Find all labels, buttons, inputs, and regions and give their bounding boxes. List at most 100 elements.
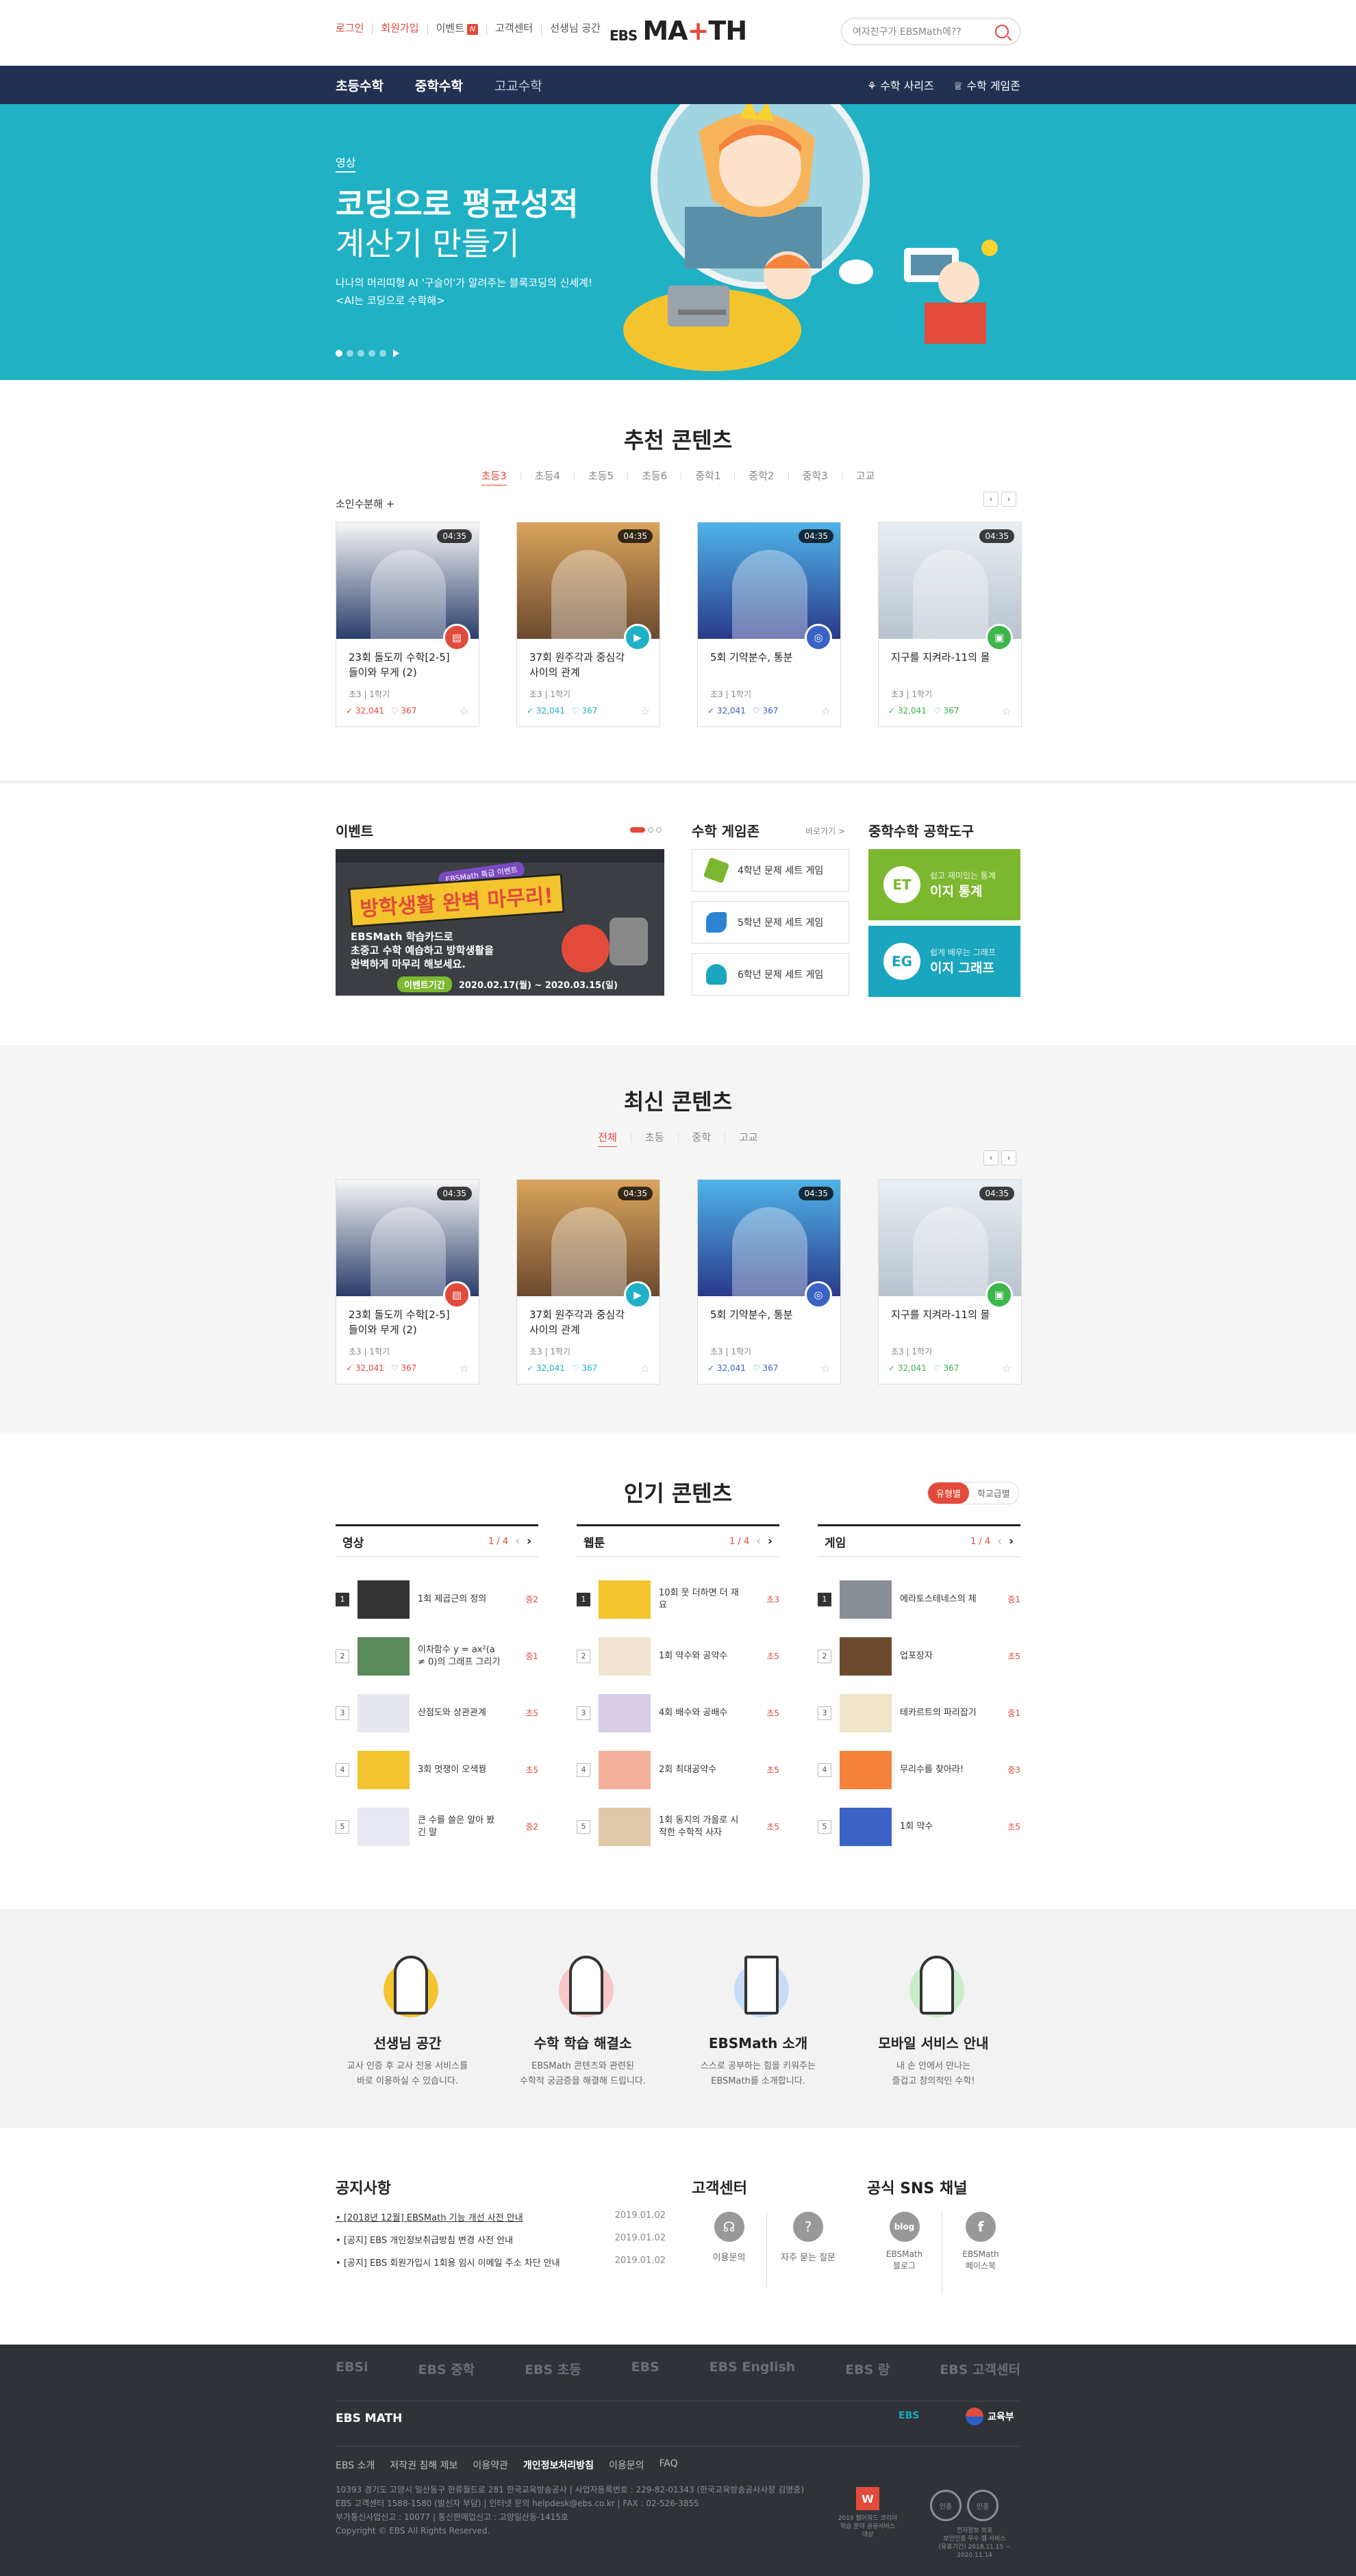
game-set-6[interactable]: 6학년 문제 세트 게임: [692, 953, 849, 996]
family-site-link[interactable]: EBS English: [710, 2360, 796, 2378]
footer-link[interactable]: 이용문의: [609, 2458, 644, 2472]
tab-level[interactable]: 중학: [677, 1133, 725, 1143]
prev-arrow-icon[interactable]: ‹: [983, 492, 999, 507]
content-card[interactable]: 04:35 ▣ 지구를 지켜라-11의 몰 초3 | 1학기 ✓ 32,041 ♡ 367…: [878, 1179, 1022, 1385]
prev-arrow-icon[interactable]: ‹: [756, 1535, 761, 1548]
popular-item[interactable]: 1 에라토스테네스의 체 중1: [818, 1571, 1020, 1628]
cs-faq[interactable]: ? 자주 묻는 질문: [767, 2212, 849, 2287]
popular-item[interactable]: 3 산점도와 상관관계 초5: [336, 1684, 538, 1741]
nav-middle[interactable]: 중학수학: [415, 76, 463, 94]
nav-high[interactable]: 고교수학: [494, 76, 542, 94]
hero-banner[interactable]: 영상 코딩으로 평균성적 계산기 만들기 나나의 머리띠형 AI '구슬이'가 …: [0, 104, 1356, 380]
popular-item[interactable]: 1 1회 제곱근의 정의 중2: [336, 1571, 538, 1628]
tab-grade[interactable]: 초등6: [627, 471, 681, 481]
tab-grade[interactable]: 초등3: [468, 471, 520, 481]
next-arrow-icon[interactable]: ›: [1001, 492, 1016, 507]
card-title[interactable]: 37회 원주각과 중심각 사이의 관계: [529, 650, 632, 680]
content-card[interactable]: 04:35 ▶ 37회 원주각과 중심각 사이의 관계 초3 | 1학기 ✓ 32,04…: [516, 1179, 660, 1385]
star-icon[interactable]: ☆: [1002, 705, 1012, 718]
popular-item[interactable]: 5 1회 동지의 가을로 시작한 수학적 사자 초5: [577, 1798, 779, 1855]
card-title[interactable]: 23회 돌도끼 수학[2-5] 들이와 무게 (2): [349, 1307, 451, 1337]
pager-dot[interactable]: [656, 827, 662, 833]
tool-easy-stats[interactable]: ET 쉽고 재미있는 통계 이지 통계: [868, 849, 1020, 920]
service-item[interactable]: 모바일 서비스 안내 내 손 안에서 만나는 즐겁고 창의적인 수학!: [858, 1949, 1009, 2089]
teacher-space-link[interactable]: 선생님 공간: [541, 23, 609, 35]
nav-game-zone[interactable]: ♕ 수학 게임존: [953, 77, 1020, 93]
next-arrow-icon[interactable]: ›: [768, 1535, 773, 1548]
tab-grade[interactable]: 초등4: [520, 471, 574, 481]
sns-blog[interactable]: blog EBSMath 블로그: [867, 2212, 942, 2294]
next-arrow-icon[interactable]: ›: [1001, 1150, 1016, 1165]
content-card[interactable]: 04:35 ◎ 5회 기약분수, 통분 초3 | 1학기 ✓ 32,041 ♡ 367 ☆: [697, 522, 841, 727]
card-title[interactable]: 지구를 지켜라-11의 몰: [891, 650, 994, 665]
event-banner[interactable]: EBSMath 특급 이벤트 방학생활 완벽 마무리! EBSMath 학습카드…: [336, 849, 664, 996]
popular-item[interactable]: 4 2회 최대공약수 초5: [577, 1741, 779, 1798]
popular-item[interactable]: 4 무리수를 찾아라! 중3: [818, 1741, 1020, 1798]
tab-level[interactable]: 초등: [630, 1133, 678, 1143]
tool-easy-graph[interactable]: EG 쉽게 배우는 그래프 이지 그래프: [868, 926, 1020, 997]
card-title[interactable]: 5회 기약분수, 통분: [710, 1307, 813, 1322]
service-item[interactable]: 수학 학습 해결소 EBSMath 콘텐츠와 관련된 수학적 궁금증을 해결해 드립…: [507, 1949, 658, 2089]
popular-item[interactable]: 5 1회 약수 초5: [818, 1798, 1020, 1855]
pager-dot[interactable]: [368, 350, 375, 357]
family-site-link[interactable]: EBS 초등: [525, 2360, 581, 2378]
service-item[interactable]: 선생님 공간 교사 인증 후 교사 전용 서비스를 바로 이용하실 수 있습니다.: [332, 1949, 483, 2089]
customer-center-link[interactable]: 고객센터: [486, 23, 541, 35]
ebs-math-logo[interactable]: EBS MA+TH: [610, 16, 747, 44]
footer-link[interactable]: FAQ: [659, 2458, 677, 2472]
family-site-link[interactable]: EBS: [631, 2360, 660, 2378]
popular-item[interactable]: 5 큰 수를 쓸은 알아 봤긴 말 중2: [336, 1798, 538, 1855]
nav-math-series[interactable]: ⚘ 수학 사리즈: [867, 77, 934, 93]
gamezone-more-link[interactable]: 바로가기 >: [805, 825, 845, 837]
play-icon[interactable]: [393, 349, 399, 357]
sns-facebook[interactable]: f EBSMath 페이스북: [942, 2212, 1019, 2294]
next-arrow-icon[interactable]: ›: [527, 1535, 531, 1548]
content-card[interactable]: 04:35 ◎ 5회 기약분수, 통분 초3 | 1학기 ✓ 32,041 ♡ 367 ☆: [697, 1179, 841, 1385]
pager-dot[interactable]: [648, 827, 653, 833]
pager-dot[interactable]: [336, 350, 342, 357]
star-icon[interactable]: ☆: [1002, 1362, 1012, 1375]
tab-grade[interactable]: 고교: [841, 471, 889, 481]
star-icon[interactable]: ☆: [821, 1362, 831, 1375]
popular-item[interactable]: 3 4회 배수와 공배수 초5: [577, 1684, 779, 1741]
card-title[interactable]: 37회 원주각과 중심각 사이의 관계: [529, 1307, 632, 1337]
toggle-type[interactable]: 유형별: [928, 1482, 969, 1504]
topic-filter[interactable]: 소인수분해 +: [336, 496, 394, 511]
tab-level[interactable]: 전체: [584, 1133, 631, 1143]
popular-item[interactable]: 2 1회 약수와 공약수 초5: [577, 1628, 779, 1684]
tab-grade[interactable]: 중학1: [681, 471, 734, 481]
search-box[interactable]: 여자친구가 EBSMath에??: [841, 18, 1020, 45]
pager-dot[interactable]: [379, 350, 386, 357]
popular-item[interactable]: 1 10회 뭇 더하면 더 재요 초3: [577, 1571, 779, 1628]
cs-inquiry[interactable]: ☊ 이용문의: [692, 2212, 767, 2287]
card-title[interactable]: 23회 돌도끼 수학[2-5] 들이와 무게 (2): [349, 650, 451, 680]
search-input[interactable]: 여자친구가 EBSMath에??: [853, 25, 962, 38]
family-site-link[interactable]: EBS 랑: [845, 2360, 890, 2378]
notice-item[interactable]: • [공지] EBS 개인정보취급방침 변경 사전 안내 2019.01.02: [336, 2233, 666, 2246]
content-card[interactable]: 04:35 ▶ 37회 원주각과 중심각 사이의 관계 초3 | 1학기 ✓ 32,04…: [516, 522, 660, 727]
popular-item[interactable]: 4 3회 멋쟁이 오색꿩 초5: [336, 1741, 538, 1798]
tab-grade[interactable]: 초등5: [573, 471, 627, 481]
next-arrow-icon[interactable]: ›: [1009, 1535, 1014, 1548]
popular-item[interactable]: 2 업포장자 초5: [818, 1628, 1020, 1684]
star-icon[interactable]: ☆: [640, 1362, 650, 1375]
pager-dot[interactable]: [347, 350, 353, 357]
search-icon[interactable]: [995, 25, 1009, 38]
card-title[interactable]: 지구를 지켜라-11의 몰: [891, 1307, 994, 1322]
notice-item[interactable]: • [2018년 12월] EBSMath 기능 개선 사전 안내 2019.01…: [336, 2210, 666, 2223]
footer-link[interactable]: EBS 소개: [336, 2458, 375, 2472]
footer-link[interactable]: 이용약관: [473, 2458, 508, 2472]
content-card[interactable]: 04:35 ▣ 지구를 지켜라-11의 몰 초3 | 1학기 ✓ 32,041 ♡ 367…: [878, 522, 1022, 727]
star-icon[interactable]: ☆: [460, 705, 469, 718]
pager-dot[interactable]: [630, 827, 645, 833]
star-icon[interactable]: ☆: [821, 705, 831, 718]
popular-item[interactable]: 2 이차함수 y = ax²(a ≠ 0)의 그래프 그리기 중1: [336, 1628, 538, 1684]
game-set-4[interactable]: 4학년 문제 세트 게임: [692, 849, 849, 892]
tab-grade[interactable]: 중학2: [734, 471, 788, 481]
prev-arrow-icon[interactable]: ‹: [997, 1535, 1002, 1548]
footer-link-privacy[interactable]: 개인정보처리방침: [523, 2458, 594, 2472]
prev-arrow-icon[interactable]: ‹: [515, 1535, 520, 1548]
game-set-5[interactable]: 5학년 문제 세트 게임: [692, 901, 849, 944]
login-link[interactable]: 로그인: [336, 23, 372, 35]
tab-grade[interactable]: 중학3: [788, 471, 842, 481]
